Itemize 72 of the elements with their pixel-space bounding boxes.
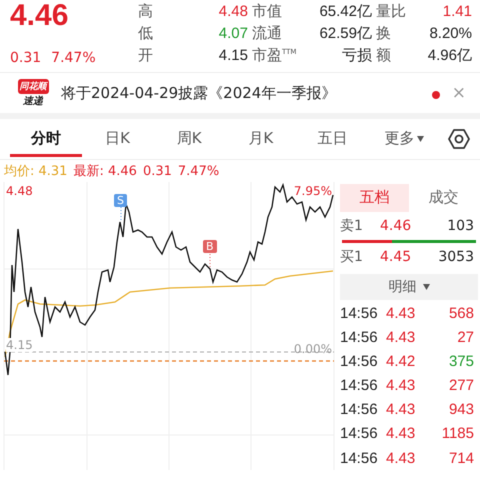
order-label: 卖1	[340, 216, 364, 235]
chart-tab[interactable]: 更多	[368, 121, 440, 157]
stat-value: 4.15	[218, 46, 248, 64]
stat-value: 8.20%	[428, 24, 472, 42]
trade-price: 4.43	[386, 401, 416, 418]
order-price: 4.46	[380, 218, 412, 234]
stat-label: 流通	[252, 24, 283, 42]
order-volume: 103	[447, 218, 474, 234]
details-header[interactable]: 明细	[340, 274, 478, 300]
stat-value: 4.96亿	[426, 46, 472, 64]
price-change: 0.31	[10, 50, 42, 66]
sell-marker: S	[114, 194, 127, 207]
chart-tab[interactable]: 日K	[82, 121, 154, 157]
stat-value: 4.07	[218, 24, 248, 42]
trade-price: 4.43	[386, 305, 416, 322]
stat-value: 65.42亿	[318, 2, 372, 20]
high-percent-label: 7.95%	[294, 184, 332, 198]
order-volume: 3053	[438, 249, 474, 266]
stat-label: 市值	[252, 2, 283, 20]
latest-price: 最新: 4.46	[73, 163, 137, 180]
logo-badge: 同花顺	[18, 78, 48, 94]
stock-price: 4.46	[10, 0, 70, 32]
trade-volume: 943	[448, 401, 474, 418]
logo-caption: 速递	[23, 94, 43, 108]
change-percent: 7.47%	[51, 50, 96, 66]
stat-label: 高	[138, 2, 154, 20]
stat-label: 低	[138, 24, 154, 42]
high-price-label: 4.48	[6, 184, 33, 198]
trade-volume: 277	[448, 377, 474, 394]
panel-tab[interactable]: 五档	[340, 184, 409, 212]
chart-tab[interactable]: 五日	[296, 121, 368, 157]
trade-time: 14:56	[340, 401, 379, 418]
stat-label: 量比	[376, 2, 406, 20]
trade-volume: 375	[448, 353, 474, 370]
stat-value: 4.48	[218, 2, 248, 20]
stat-value: 1.41	[442, 2, 472, 20]
trade-time: 14:56	[340, 450, 379, 467]
trade-price: 4.43	[386, 450, 416, 467]
trade-price: 4.43	[386, 425, 416, 442]
average-price: 均价: 4.31	[4, 163, 68, 180]
change-percent: 7.47%	[178, 164, 220, 178]
trade-time: 14:56	[340, 305, 379, 322]
trade-time: 14:56	[340, 329, 379, 346]
trade-price: 4.42	[386, 353, 416, 370]
buy-marker: B	[203, 240, 217, 253]
caret-icon	[416, 136, 424, 142]
trade-volume: 27	[457, 329, 474, 346]
notice-text[interactable]: 将于2024-04-29披露《2024年一季报》	[61, 84, 422, 102]
stat-value: 亏损	[341, 46, 372, 64]
trade-volume: 1185	[442, 425, 474, 442]
chart-tab[interactable]: 周K	[153, 121, 226, 157]
trade-price: 4.43	[386, 377, 416, 394]
caret-icon	[422, 284, 430, 290]
order-label: 买1	[340, 248, 364, 266]
stat-value: 62.59亿	[318, 24, 372, 42]
stat-label: 市盈$^{TTM}$	[252, 46, 294, 64]
open-price-label: 4.15	[6, 338, 33, 352]
trade-volume: 714	[448, 450, 474, 467]
trade-volume: 568	[448, 305, 474, 322]
stat-label: 额	[376, 46, 392, 64]
trade-price: 4.43	[386, 329, 416, 346]
chart-tab[interactable]: 月K	[225, 121, 297, 157]
settings-icon[interactable]	[448, 128, 470, 150]
trade-time: 14:56	[340, 353, 379, 370]
trade-time: 14:56	[340, 425, 379, 442]
stat-label: 换	[376, 24, 392, 42]
stat-label: 开	[138, 46, 154, 64]
trade-time: 14:56	[340, 377, 379, 394]
order-price: 4.45	[380, 249, 412, 266]
price-change: 0.31	[142, 164, 172, 178]
chart-tab[interactable]: 分时	[10, 121, 82, 157]
open-percent-label: 0.00%	[294, 342, 332, 356]
